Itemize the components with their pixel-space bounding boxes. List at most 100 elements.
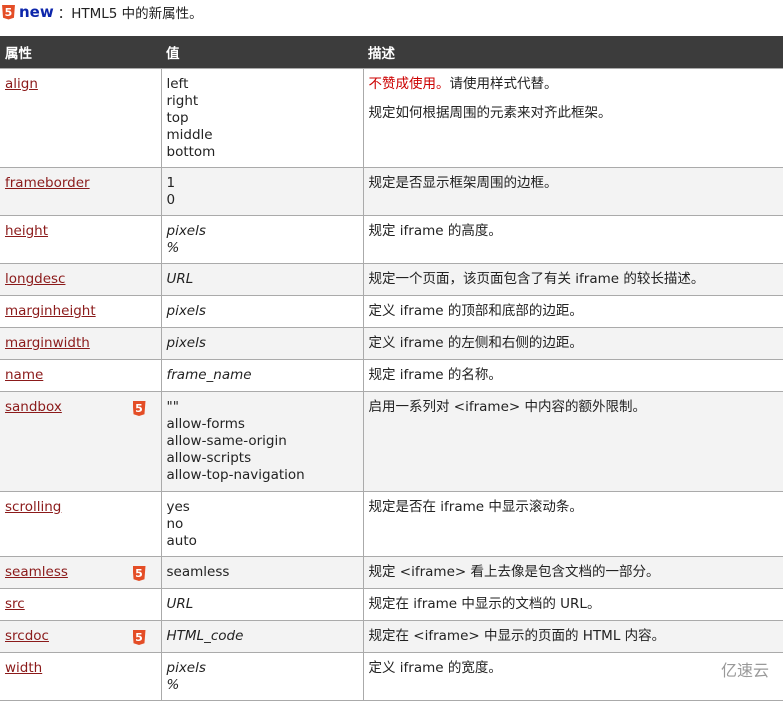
description-text: 启用一系列对 <iframe> 中内容的额外限制。 [368,399,647,415]
column-header-value: 值 [161,36,363,69]
description-text: 规定 iframe 的名称。 [368,367,502,383]
attribute-link-name[interactable]: name [5,367,43,383]
description-cell: 规定 <iframe> 看上去像是包含文档的一部分。 [362,556,783,589]
column-header-attribute: 属性 [0,36,161,69]
value-item: URL [166,271,194,287]
table-row: frameborder 1 0 规定是否显示框架周围的边框。 [0,167,783,216]
value-cell: yes no auto [160,491,364,557]
value-item: % [166,240,180,256]
table-row: src URL 规定在 iframe 中显示的文档的 URL。 [0,588,783,621]
value-item: allow-scripts [166,450,252,466]
description-text: 规定一个页面，该页面包含了有关 iframe 的较长描述。 [368,271,705,287]
attribute-cell: sandbox 5 [0,391,162,492]
table-row: sandbox 5 "" allow-forms allow-same-origin al… [0,391,783,492]
description-cell: 定义 iframe 的左侧和右侧的边距。 [362,327,783,360]
value-cell: pixels% [160,652,364,701]
value-item: allow-forms [166,416,245,432]
description-cell: 定义 iframe 的顶部和底部的边距。 [362,295,783,328]
table-row: seamless 5 seamless 规定 <iframe> 看上去像是包含文档的一… [0,556,783,589]
value-item: 1 [166,175,176,191]
value-item: yes [166,499,190,515]
attribute-cell: seamless 5 [0,556,162,589]
table-row: scrolling yes no auto 规定是否在 iframe 中显示滚动条。 [0,491,783,557]
description-text: 定义 iframe 的左侧和右侧的边距。 [368,335,583,351]
new-description: ：HTML5 中的新属性。 [57,6,203,22]
attribute-link-width[interactable]: width [5,660,42,676]
column-header-description: 描述 [363,36,783,69]
value-item: pixels [166,303,206,319]
attribute-cell: frameborder [0,167,162,216]
value-cell: seamless [160,556,364,589]
description-text: 规定 <iframe> 看上去像是包含文档的一部分。 [368,564,660,580]
value-item: bottom [166,144,216,160]
value-item: seamless [166,564,230,580]
description-cell: 规定一个页面，该页面包含了有关 iframe 的较长描述。 [362,263,783,296]
value-item: allow-same-origin [166,433,287,449]
description-cell: 规定在 iframe 中显示的文档的 URL。 [362,588,783,621]
table-row: marginwidth pixels 定义 iframe 的左侧和右侧的边距。 [0,327,783,360]
attribute-link-height[interactable]: height [5,223,48,239]
attribute-cell: marginwidth [0,327,162,360]
description-text: 规定 iframe 的高度。 [368,223,502,239]
attribute-link-scrolling[interactable]: scrolling [5,499,61,515]
value-item: left [166,76,189,92]
attribute-cell: scrolling [0,491,162,557]
attribute-link-align[interactable]: align [5,76,38,92]
attribute-link-frameborder[interactable]: frameborder [5,175,90,191]
description-text: 规定是否在 iframe 中显示滚动条。 [368,499,583,515]
description-text: 定义 iframe 的顶部和底部的边距。 [368,303,583,319]
attribute-link-sandbox[interactable]: sandbox [5,399,62,415]
description-text: 规定在 <iframe> 中显示的页面的 HTML 内容。 [368,628,666,644]
description-cell: 规定 iframe 的名称。 [362,359,783,392]
attribute-cell: name [0,359,162,392]
attribute-cell: align [0,68,162,168]
description-cell: 启用一系列对 <iframe> 中内容的额外限制。 [362,391,783,492]
new-label: new [19,3,54,21]
description-cell: 不赞成使用。请使用样式代替。 规定如何根据周围的元素来对齐此框架。 [362,68,783,168]
value-cell: HTML_code [160,620,364,653]
value-item: % [166,677,180,693]
value-cell: pixels% [160,215,364,264]
description-text: 规定如何根据周围的元素来对齐此框架。 [368,105,612,121]
table-header-row: 属性 值 描述 [0,36,783,69]
attribute-link-longdesc[interactable]: longdesc [5,271,65,287]
iframe-attributes-table: 属性 值 描述 align left right top middle bottom 不赞成… [0,36,783,701]
html5-icon: 5 [132,566,146,581]
html5-icon: 5 [2,4,15,20]
value-item: frame_name [166,367,252,383]
attribute-link-marginwidth[interactable]: marginwidth [5,335,90,351]
table-row: longdesc URL 规定一个页面，该页面包含了有关 iframe 的较长描述。 [0,263,783,296]
value-cell: "" allow-forms allow-same-origin allow-scri… [160,391,364,492]
value-item: pixels [166,660,206,676]
attribute-cell: srcdoc 5 [0,620,162,653]
attribute-link-srcdoc[interactable]: srcdoc [5,628,49,644]
value-item: top [166,110,189,126]
value-item: HTML_code [166,628,244,644]
value-item: 0 [166,192,176,208]
html5-icon: 5 [132,630,146,645]
value-cell: URL [160,263,364,296]
table-row: marginheight pixels 定义 iframe 的顶部和底部的边距。 [0,295,783,328]
value-cell: frame_name [160,359,364,392]
table-row: width pixels% 定义 iframe 的宽度。 [0,652,783,701]
attribute-link-src[interactable]: src [5,596,25,612]
description-text: 规定在 iframe 中显示的文档的 URL。 [368,596,601,612]
value-item: pixels [166,223,206,239]
table-row: srcdoc 5 HTML_code 规定在 <iframe> 中显示的页面的 HTM… [0,620,783,653]
deprecated-label: 不赞成使用。 [368,76,450,92]
table-row: height pixels% 规定 iframe 的高度。 [0,215,783,264]
html5-icon: 5 [132,401,146,416]
attribute-link-marginheight[interactable]: marginheight [5,303,96,319]
value-item: pixels [166,335,206,351]
description-cell: 规定是否在 iframe 中显示滚动条。 [362,491,783,557]
attribute-cell: height [0,215,162,264]
attribute-cell: marginheight [0,295,162,328]
attribute-cell: src [0,588,162,621]
value-cell: 10 [160,167,364,216]
description-cell: 规定是否显示框架周围的边框。 [362,167,783,216]
description-cell: 规定在 <iframe> 中显示的页面的 HTML 内容。 [362,620,783,653]
deprecation-note: 不赞成使用。请使用样式代替。 [369,76,779,93]
description-cell: 规定 iframe 的高度。 [362,215,783,264]
attribute-link-seamless[interactable]: seamless [5,564,68,580]
